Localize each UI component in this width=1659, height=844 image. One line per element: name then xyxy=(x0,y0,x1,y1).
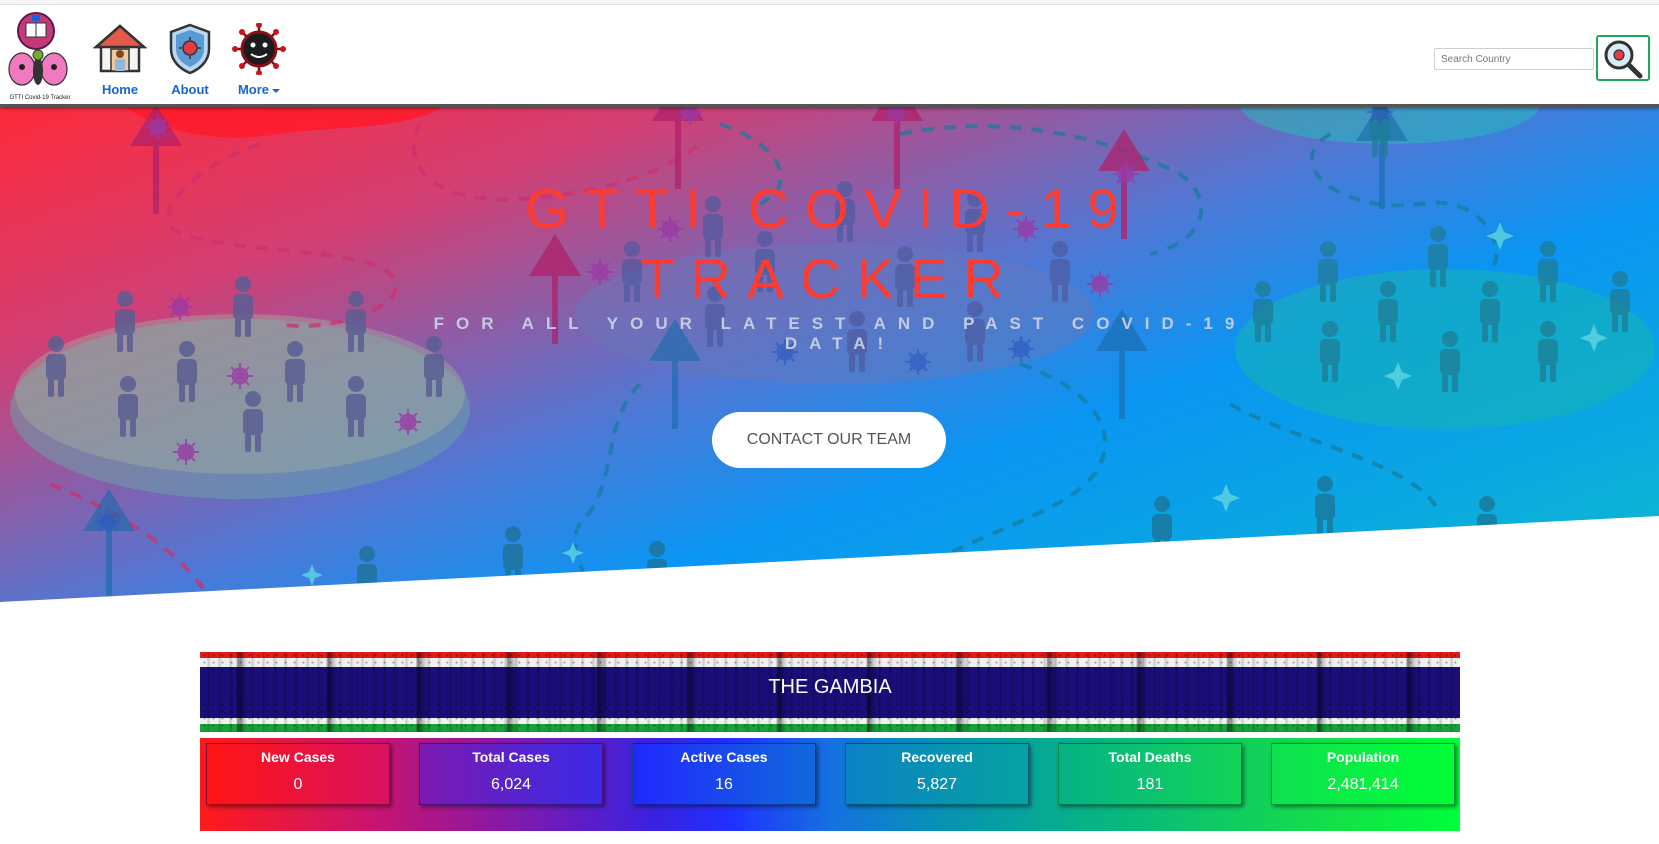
stat-total-cases: Total Cases 6,024 xyxy=(419,743,603,805)
stat-value: 16 xyxy=(715,776,733,793)
nav-home[interactable]: Home xyxy=(90,23,150,97)
shield-virus-icon xyxy=(169,23,211,75)
logo-caption: GTTI Covid-19 Tracker xyxy=(9,95,70,101)
stat-title: Total Cases xyxy=(472,749,550,765)
magnifier-virus-icon xyxy=(1604,40,1643,79)
stat-title: Population xyxy=(1326,749,1400,765)
hero-subtitle: FOR ALL YOUR LATEST AND PAST COVID-19 DA… xyxy=(433,314,1247,353)
hero-title: GTTI COVID-19 TRACKER xyxy=(525,177,1135,310)
stat-new-cases: New Cases 0 xyxy=(206,743,390,805)
stat-value: 181 xyxy=(1136,776,1164,793)
stat-title: Recovered xyxy=(901,749,973,765)
hero-banner: GTTI COVID-19 TRACKER FOR ALL YOUR LATES… xyxy=(0,104,1659,638)
country-name: THE GAMBIA xyxy=(768,676,892,698)
stat-value: 2,481,414 xyxy=(1327,776,1399,793)
stat-title: Total Deaths xyxy=(1108,749,1192,765)
nav-home-label: Home xyxy=(101,82,139,97)
nav-about[interactable]: About xyxy=(160,23,220,97)
stats-panel: New Cases 0 Total Cases 6,024 Active Cas… xyxy=(200,738,1460,831)
nav-more-label: More xyxy=(237,82,270,97)
contact-team-button[interactable]: CONTACT OUR TEAM xyxy=(712,412,946,468)
stat-population: Population 2,481,414 xyxy=(1271,743,1455,805)
caret-down-icon xyxy=(272,88,281,93)
stat-title: New Cases xyxy=(261,749,335,765)
stat-value: 0 xyxy=(293,776,303,793)
country-flag-banner: THE GAMBIA xyxy=(200,652,1460,732)
covid-virus-icon xyxy=(232,22,286,76)
stat-total-deaths: Total Deaths 181 xyxy=(1058,743,1242,805)
site-logo[interactable]: GTTI Covid-19 Tracker xyxy=(6,9,74,101)
search-button[interactable] xyxy=(1596,35,1650,81)
navbar: GTTI Covid-19 Tracker Home About More Se… xyxy=(0,5,1659,107)
home-icon xyxy=(92,24,148,73)
stat-title: Active Cases xyxy=(680,749,768,765)
nav-about-label: About xyxy=(171,82,209,97)
stat-value: 6,024 xyxy=(490,776,532,793)
stat-active-cases: Active Cases 16 xyxy=(632,743,816,805)
nav-more-dropdown[interactable]: More xyxy=(226,22,292,97)
stat-recovered: Recovered 5,827 xyxy=(845,743,1029,805)
stat-value: 5,827 xyxy=(916,776,958,793)
search-country-input[interactable] xyxy=(1434,48,1594,70)
